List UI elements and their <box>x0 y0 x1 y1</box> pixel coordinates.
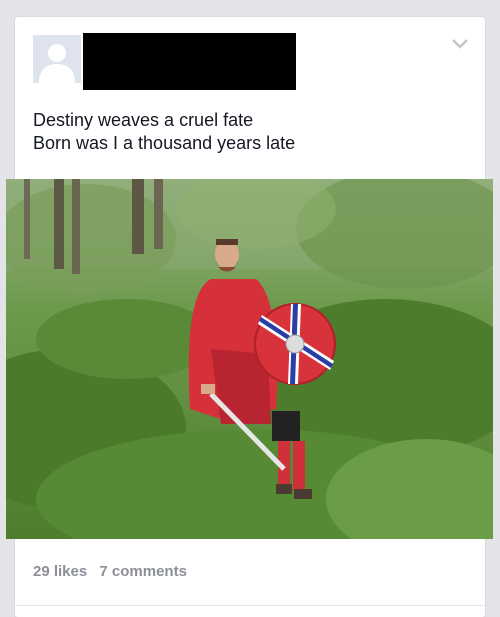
default-avatar-icon <box>33 35 81 83</box>
divider <box>15 605 485 606</box>
post-text: Destiny weaves a cruel fate Born was I a… <box>33 109 463 155</box>
likes-count[interactable]: 29 likes <box>33 563 87 580</box>
post-stats: 29 likes 7 comments <box>33 563 195 580</box>
avatar[interactable] <box>33 35 81 83</box>
post-photo[interactable] <box>6 179 493 539</box>
forest-viking-photo <box>6 179 493 539</box>
chevron-down-icon[interactable] <box>451 37 469 49</box>
post-text-line-2: Born was I a thousand years late <box>33 133 296 153</box>
redacted-author-name <box>83 33 296 90</box>
post-card: Destiny weaves a cruel fate Born was I a… <box>6 17 493 617</box>
post-text-line-1: Destiny weaves a cruel fate <box>33 110 254 130</box>
comments-count[interactable]: 7 comments <box>99 563 187 580</box>
